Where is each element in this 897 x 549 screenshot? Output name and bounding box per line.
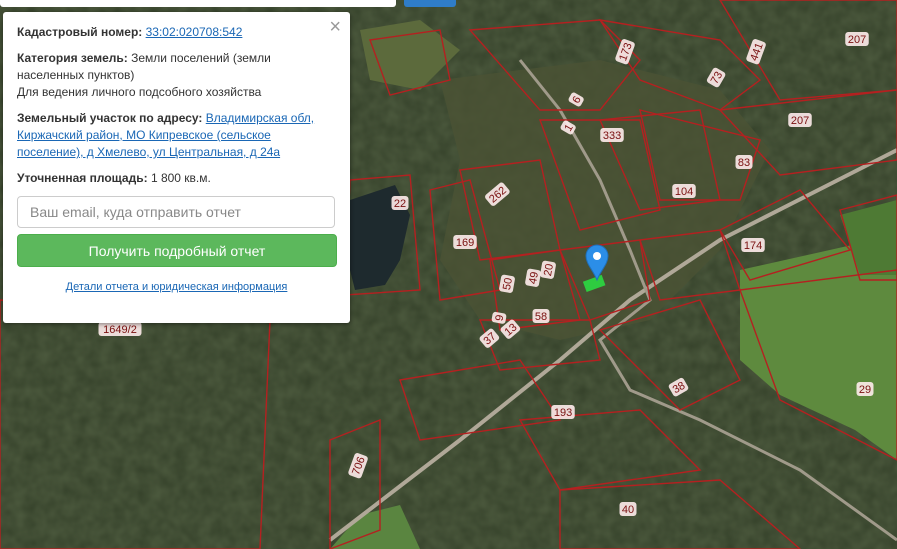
svg-text:20: 20 — [542, 263, 556, 277]
parcel-label: 207 — [788, 113, 812, 127]
parcel-label: 58 — [532, 309, 550, 323]
cadastral-number-link[interactable]: 33:02:020708:542 — [146, 25, 243, 39]
parcel-label: 22 — [391, 196, 409, 210]
report-details-link[interactable]: Детали отчета и юридическая информация — [66, 281, 288, 293]
parcel-label: 169 — [453, 235, 477, 249]
parcel-label: 104 — [672, 184, 696, 198]
usage-value: Для ведения личного подсобного хозяйства — [17, 85, 262, 99]
svg-text:40: 40 — [622, 504, 634, 516]
parcel-label: 49 — [525, 268, 541, 287]
address-row: Земельный участок по адресу: Владимирска… — [17, 110, 336, 161]
address-label: Земельный участок по адресу: — [17, 111, 203, 125]
svg-text:174: 174 — [744, 240, 762, 252]
svg-text:1649/2: 1649/2 — [103, 324, 137, 336]
search-input-edge[interactable] — [0, 0, 396, 7]
category-label: Категория земель: — [17, 51, 128, 65]
svg-text:193: 193 — [554, 407, 572, 419]
parcel-label: 40 — [619, 502, 637, 516]
parcel-info-popup: × Кадастровый номер: 33:02:020708:542 Ка… — [3, 12, 350, 323]
parcel-label: 207 — [845, 32, 869, 46]
parcel-label: 50 — [499, 274, 515, 293]
svg-text:169: 169 — [456, 237, 474, 249]
svg-text:50: 50 — [501, 277, 515, 291]
svg-text:58: 58 — [535, 311, 547, 323]
close-icon[interactable]: × — [329, 17, 341, 37]
area-row: Уточненная площадь: 1 800 кв.м. — [17, 170, 336, 187]
svg-text:207: 207 — [848, 34, 866, 46]
parcel-label: 29 — [856, 382, 874, 396]
parcel-label: 174 — [741, 238, 765, 252]
search-button-edge[interactable] — [404, 0, 456, 7]
parcel-label: 1649/2 — [98, 322, 142, 336]
parcel-label: 83 — [735, 155, 753, 169]
cadastral-label: Кадастровый номер: — [17, 25, 143, 39]
svg-text:207: 207 — [791, 115, 809, 127]
svg-text:49: 49 — [527, 271, 541, 285]
svg-text:83: 83 — [738, 157, 750, 169]
svg-text:104: 104 — [675, 186, 693, 198]
category-row: Категория земель: Земли поселений (земли… — [17, 50, 336, 101]
area-value: 1 800 кв.м. — [150, 171, 211, 185]
parcel-label: 193 — [551, 405, 575, 419]
get-report-button[interactable]: Получить подробный отчет — [17, 234, 337, 267]
svg-text:333: 333 — [603, 130, 621, 142]
parcel-label: 333 — [600, 128, 624, 142]
email-input[interactable] — [17, 196, 335, 228]
svg-text:29: 29 — [859, 384, 871, 396]
area-label: Уточненная площадь: — [17, 171, 148, 185]
cadastral-row: Кадастровый номер: 33:02:020708:542 — [17, 24, 336, 41]
parcel-label: 20 — [540, 260, 556, 279]
svg-text:22: 22 — [394, 198, 406, 210]
